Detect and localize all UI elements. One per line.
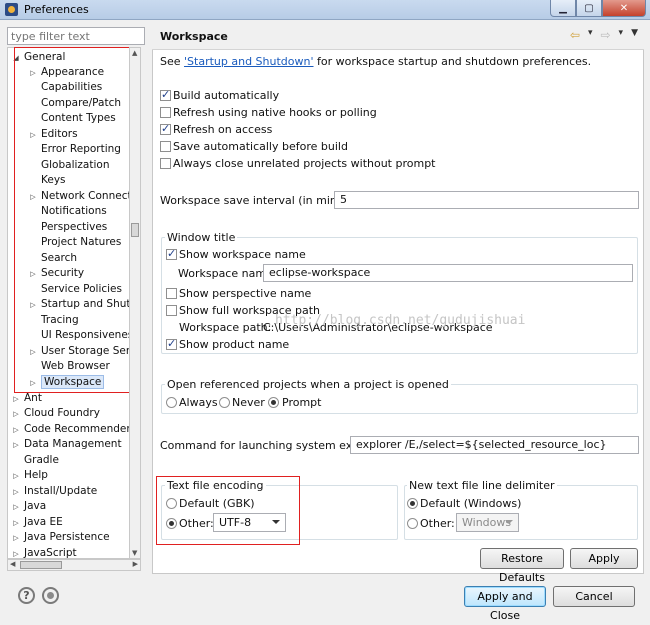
show-perspective-name-checkbox[interactable] bbox=[166, 288, 177, 299]
restore-defaults-button[interactable]: Restore Defaults bbox=[480, 548, 564, 584]
scroll-thumb[interactable] bbox=[131, 223, 139, 237]
collapsed-triangle-icon[interactable]: ▷ bbox=[11, 547, 21, 558]
filter-input[interactable] bbox=[7, 27, 145, 45]
forward-arrow-icon[interactable]: ⇨ bbox=[600, 28, 610, 42]
delimiter-select[interactable]: Windows bbox=[456, 513, 519, 532]
show-product-name-checkbox[interactable] bbox=[166, 337, 177, 350]
record-macro-icon[interactable] bbox=[42, 587, 59, 604]
tree-node[interactable]: ▷ Java bbox=[11, 499, 46, 514]
refresh-on-access-checkbox[interactable] bbox=[160, 122, 171, 135]
tree-node[interactable]: ▷ Cloud Foundry bbox=[11, 406, 100, 421]
minimize-icon: ▁ bbox=[559, 2, 567, 14]
collapsed-triangle-icon[interactable]: ▷ bbox=[11, 407, 21, 422]
intro-text: See 'Startup and Shutdown' for workspace… bbox=[160, 55, 592, 68]
close-button[interactable]: ✕ bbox=[602, 0, 646, 17]
page-navigation: ⇦ ▾ ⇨ ▾ ▼ bbox=[570, 28, 638, 42]
tree-node[interactable]: ▷ JavaScript bbox=[11, 546, 76, 558]
build-automatically-label: Build automatically bbox=[173, 89, 280, 102]
refresh-native-label: Refresh using native hooks or polling bbox=[173, 106, 377, 119]
collapsed-triangle-icon[interactable]: ▷ bbox=[11, 392, 21, 407]
explorer-command-input[interactable]: explorer /E,/select=${selected_resource_… bbox=[350, 436, 639, 454]
never-radio[interactable] bbox=[219, 397, 230, 408]
delimiter-group bbox=[404, 485, 638, 540]
scroll-down-icon[interactable]: ▼ bbox=[132, 549, 137, 557]
eclipse-app-icon bbox=[5, 3, 18, 16]
workspace-name-label: Workspace name: bbox=[178, 267, 277, 280]
save-before-build-checkbox[interactable] bbox=[160, 141, 171, 152]
collapsed-triangle-icon[interactable]: ▷ bbox=[11, 438, 21, 453]
default-windows-label: Default (Windows) bbox=[420, 497, 522, 510]
refresh-on-access-label: Refresh on access bbox=[173, 123, 273, 136]
show-perspective-name-label: Show perspective name bbox=[179, 287, 312, 300]
save-interval-input[interactable]: 5 bbox=[334, 191, 639, 209]
scroll-right-icon[interactable]: ▶ bbox=[133, 560, 138, 568]
apply-and-close-button[interactable]: Apply and Close bbox=[464, 586, 546, 622]
maximize-icon: ▢ bbox=[584, 2, 594, 14]
general-highlight-box bbox=[14, 47, 131, 393]
scroll-up-icon[interactable]: ▲ bbox=[132, 49, 137, 57]
collapsed-triangle-icon[interactable]: ▷ bbox=[11, 531, 21, 546]
show-workspace-name-checkbox[interactable] bbox=[166, 247, 177, 260]
view-menu-icon[interactable]: ▼ bbox=[631, 28, 638, 42]
always-label: Always bbox=[179, 396, 218, 409]
tree-node[interactable]: ▷ Install/Update bbox=[11, 484, 97, 499]
encoding-highlight-box bbox=[156, 476, 300, 545]
tree-vertical-scrollbar[interactable]: ▲ ▼ bbox=[129, 47, 141, 559]
scroll-thumb[interactable] bbox=[20, 561, 62, 569]
page-header: Workspace ⇦ ▾ ⇨ ▾ ▼ bbox=[152, 22, 644, 50]
tree-node[interactable]: ▷ Help bbox=[11, 468, 48, 483]
show-product-name-label: Show product name bbox=[179, 338, 290, 351]
tree-node[interactable]: ▷ Data Management bbox=[11, 437, 121, 453]
tree-node[interactable]: Gradle bbox=[24, 453, 59, 468]
never-label: Never bbox=[232, 396, 265, 409]
cancel-button[interactable]: Cancel bbox=[553, 586, 635, 607]
watermark: http://blog.csdn.net/gudujishuai bbox=[275, 313, 526, 328]
close-unrelated-checkbox[interactable] bbox=[160, 158, 171, 169]
collapsed-triangle-icon[interactable]: ▷ bbox=[11, 423, 21, 438]
minimize-button[interactable]: ▁ bbox=[550, 0, 576, 17]
back-arrow-icon[interactable]: ⇦ bbox=[570, 28, 580, 42]
scroll-left-icon[interactable]: ◀ bbox=[10, 560, 15, 568]
collapsed-triangle-icon[interactable]: ▷ bbox=[11, 500, 21, 515]
close-unrelated-label: Always close unrelated projects without … bbox=[173, 157, 436, 170]
forward-dropdown-icon[interactable]: ▾ bbox=[619, 28, 624, 42]
apply-button[interactable]: Apply bbox=[570, 548, 638, 569]
help-icon[interactable]: ? bbox=[18, 587, 35, 604]
prompt-radio[interactable] bbox=[268, 397, 279, 408]
close-icon: ✕ bbox=[619, 2, 629, 14]
tree-node[interactable]: ▷ Ant bbox=[11, 391, 42, 406]
dropdown-arrow-icon bbox=[505, 520, 513, 524]
default-windows-radio[interactable] bbox=[407, 498, 418, 509]
window-controls: ▁ ▢ ✕ bbox=[550, 0, 646, 18]
workspace-path-label: Workspace path: bbox=[179, 321, 272, 334]
back-dropdown-icon[interactable]: ▾ bbox=[588, 28, 593, 42]
refresh-native-checkbox[interactable] bbox=[160, 107, 171, 118]
build-automatically-checkbox[interactable] bbox=[160, 88, 171, 101]
window-title: Preferences bbox=[24, 3, 89, 16]
title-bar: Preferences ▁ ▢ ✕ bbox=[0, 0, 650, 20]
tree-node[interactable]: ▷ Code Recommenders bbox=[11, 422, 136, 437]
workspace-name-input[interactable]: eclipse-workspace bbox=[263, 264, 633, 282]
window-title-group-label: Window title bbox=[165, 231, 238, 244]
show-workspace-name-label: Show workspace name bbox=[179, 248, 306, 261]
other-delimiter-label: Other: bbox=[420, 517, 455, 530]
open-projects-group-label: Open referenced projects when a project … bbox=[165, 378, 451, 391]
tree-node[interactable]: ▷ Java EE bbox=[11, 515, 63, 530]
collapsed-triangle-icon[interactable]: ▷ bbox=[11, 516, 21, 531]
show-full-path-checkbox[interactable] bbox=[166, 305, 177, 316]
tree-horizontal-scrollbar[interactable]: ◀ ▶ bbox=[7, 559, 141, 571]
delimiter-group-label: New text file line delimiter bbox=[407, 479, 557, 492]
collapsed-triangle-icon[interactable]: ▷ bbox=[11, 485, 21, 500]
other-delimiter-radio[interactable] bbox=[407, 518, 418, 529]
prompt-label: Prompt bbox=[282, 396, 322, 409]
page-title: Workspace bbox=[160, 30, 228, 43]
maximize-button[interactable]: ▢ bbox=[576, 0, 602, 17]
tree-node[interactable]: ▷ Java Persistence bbox=[11, 530, 109, 546]
collapsed-triangle-icon[interactable]: ▷ bbox=[11, 469, 21, 484]
save-before-build-label: Save automatically before build bbox=[173, 140, 348, 153]
always-radio[interactable] bbox=[166, 397, 177, 408]
startup-shutdown-link[interactable]: 'Startup and Shutdown' bbox=[184, 55, 313, 68]
